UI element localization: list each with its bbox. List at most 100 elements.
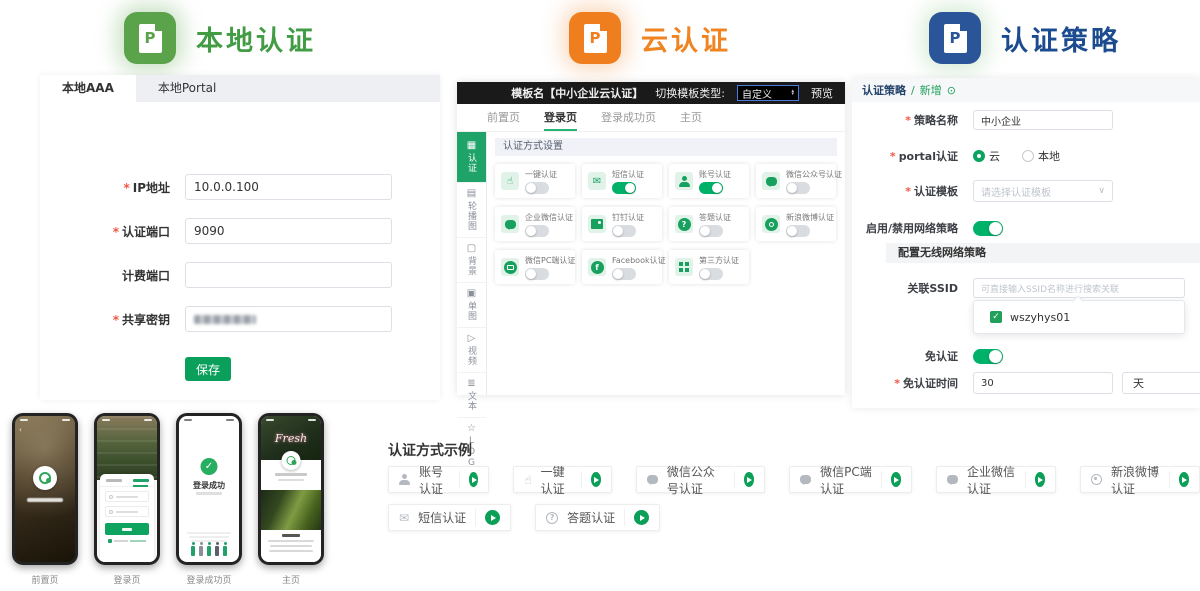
dingtalk-icon (588, 215, 606, 233)
radio-local[interactable]: 本地 (1022, 148, 1060, 164)
ip-address-field[interactable]: 10.0.0.100 (185, 174, 392, 200)
ssid-search-input[interactable]: 可直接输入SSID名称进行搜索关联 (973, 278, 1185, 298)
breadcrumb-root[interactable]: 认证策略 (862, 82, 906, 98)
tab-local-aaa[interactable]: 本地AAA (40, 75, 136, 102)
auth-policy-title: 认证策略 (1001, 19, 1121, 58)
preview-button[interactable]: 预览 (811, 85, 833, 101)
sidebar-item-text[interactable]: ≣文本 (457, 373, 486, 418)
free-auth-toggle[interactable] (973, 349, 1003, 364)
wechat-icon (762, 172, 780, 190)
example-one-click-auth[interactable]: ☝ 一键认证 (513, 466, 611, 493)
method-toggle[interactable] (612, 268, 636, 280)
ssid-option-label[interactable]: wszyhys01 (1010, 311, 1070, 324)
local-form: *IP地址 10.0.0.100 *认证端口 9090 *计费端口 *共享密钥 (40, 174, 440, 350)
sidebar-item-video[interactable]: ▷视频 (457, 328, 486, 373)
masked-value (194, 315, 256, 324)
shared-key-field[interactable] (185, 306, 392, 332)
auth-template-label: *认证模板 (852, 183, 958, 199)
examples-list: 账号认证 ☝ 一键认证 微信公众号认证 微信PC端认证 企业微信认证 (388, 466, 1200, 531)
method-toggle[interactable] (699, 182, 723, 194)
method-toggle[interactable] (786, 225, 810, 237)
examples-title: 认证方式示例 (388, 440, 472, 460)
example-wechat-pc-auth[interactable]: 微信PC端认证 (789, 466, 912, 493)
enable-policy-toggle[interactable] (973, 221, 1003, 236)
method-card-wecom: 企业微信认证 (495, 207, 575, 241)
phone-login-page: 登录页 (94, 413, 160, 586)
method-toggle[interactable] (612, 182, 636, 194)
method-card-wechat-pc: 微信PC端认证 (495, 250, 575, 284)
auth-template-select[interactable]: 请选择认证模板∨ (973, 180, 1113, 202)
phone-caption: 前置页 (31, 573, 58, 586)
phone-home-page: Fresh 主页 (258, 413, 324, 586)
local-auth-header: P 本地认证 (40, 8, 400, 68)
example-wecom-auth[interactable]: 企业微信认证 (936, 466, 1056, 493)
switch-template-label: 切换模板类型: (655, 85, 725, 101)
method-toggle[interactable] (525, 268, 549, 280)
example-wechat-auth[interactable]: 微信公众号认证 (636, 466, 765, 493)
cloud-auth-title: 云认证 (641, 19, 731, 58)
play-icon (634, 510, 649, 525)
play-icon (744, 472, 754, 487)
doc-letter: P (950, 31, 961, 46)
cloud-auth-panel: 模板名【中小企业云认证】 切换模板类型: 自定义 ▴▾ 预览 前置页 登录页 登… (457, 82, 845, 395)
auth-policy-panel: 认证策略 / 新增 ⊙ *策略名称 中小企业 *portal认证 云 本地 *认… (852, 78, 1200, 408)
method-card-quiz: ? 答题认证 (669, 207, 749, 241)
tab-login-page[interactable]: 登录页 (544, 104, 577, 131)
enable-policy-label: 启用/禁用网络策略 (852, 220, 958, 236)
tab-home-page[interactable]: 主页 (680, 104, 702, 131)
method-toggle[interactable] (699, 225, 723, 237)
play-icon (891, 472, 901, 487)
sidebar-item-background[interactable]: ▢背景 (457, 238, 486, 283)
template-type-select[interactable]: 自定义 ▴▾ (737, 85, 799, 101)
method-toggle[interactable] (699, 268, 723, 280)
billing-port-field[interactable] (185, 262, 392, 288)
success-check-icon: ✓ (201, 458, 218, 475)
phone-caption: 登录页 (113, 573, 140, 586)
sidebar-item-image[interactable]: ▣单图 (457, 283, 486, 328)
login-button (105, 523, 149, 535)
ssid-label: 关联SSID (852, 280, 958, 296)
wechat-pc-icon (800, 475, 811, 484)
method-toggle[interactable] (525, 225, 549, 237)
third-party-icon (675, 258, 693, 276)
sidebar-item-carousel[interactable]: ▤轮播图 (457, 183, 486, 238)
phone-front-page: ‹ 前置页 (12, 413, 78, 586)
sidebar-item-auth[interactable]: ▦认证 (457, 132, 486, 183)
radio-cloud[interactable]: 云 (973, 148, 1000, 164)
save-button[interactable]: 保存 (185, 357, 231, 381)
free-auth-time-field[interactable]: 30 (973, 372, 1113, 394)
one-click-icon: ☝ (524, 473, 531, 487)
method-card-sms: ✉ 短信认证 (582, 164, 662, 198)
text-icon: ≣ (467, 379, 475, 389)
method-card-weibo: 新浪微博认证 (756, 207, 836, 241)
method-card-dingtalk: 钉钉认证 (582, 207, 662, 241)
weibo-icon (1091, 474, 1102, 485)
method-card-one-click: ☝ 一键认证 (495, 164, 575, 198)
example-quiz-auth[interactable]: 答题认证 (535, 504, 660, 531)
free-auth-time-unit[interactable]: 天 (1122, 372, 1200, 394)
tab-login-success-page[interactable]: 登录成功页 (601, 104, 656, 131)
template-topbar: 模板名【中小企业云认证】 切换模板类型: 自定义 ▴▾ 预览 (457, 82, 845, 104)
example-account-auth[interactable]: 账号认证 (388, 466, 489, 493)
wecom-icon (501, 215, 519, 233)
wechat-pc-icon (501, 258, 519, 276)
local-auth-icon: P (124, 12, 176, 64)
wechat-icon (647, 475, 658, 484)
video-icon: ▷ (468, 334, 476, 344)
auth-methods-grid: ☝ 一键认证 ✉ 短信认证 账号认证 微信公众号认证 (495, 164, 837, 284)
method-toggle[interactable] (786, 182, 810, 194)
policy-name-label: *策略名称 (852, 112, 958, 128)
phone-caption: 登录成功页 (186, 573, 231, 586)
method-toggle[interactable] (612, 225, 636, 237)
example-sms-auth[interactable]: ✉ 短信认证 (388, 504, 511, 531)
method-toggle[interactable] (525, 182, 549, 194)
ssid-checkbox[interactable] (990, 311, 1002, 323)
template-name: 模板名【中小企业云认证】 (511, 85, 643, 101)
status-bar (261, 416, 321, 424)
auth-port-field[interactable]: 9090 (185, 218, 392, 244)
example-weibo-auth[interactable]: 新浪微博认证 (1080, 466, 1200, 493)
tab-local-portal[interactable]: 本地Portal (136, 75, 238, 102)
tab-front-page[interactable]: 前置页 (487, 104, 520, 131)
policy-name-field[interactable]: 中小企业 (973, 110, 1113, 130)
breadcrumb: 认证策略 / 新增 ⊙ (852, 78, 1200, 102)
